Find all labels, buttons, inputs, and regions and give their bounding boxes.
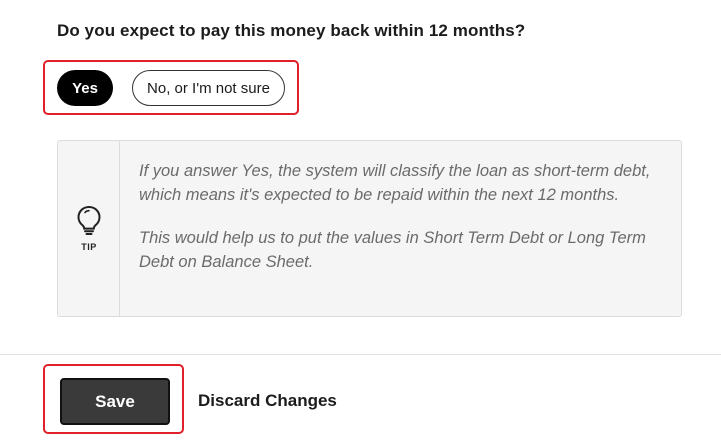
footer-divider: [0, 354, 721, 355]
question-label: Do you expect to pay this money back wit…: [57, 21, 526, 40]
lightbulb-icon: [77, 205, 101, 235]
yes-option-button[interactable]: Yes: [57, 70, 113, 106]
not-sure-option-button[interactable]: No, or I'm not sure: [132, 70, 285, 106]
tip-sidebar: TIP: [58, 141, 120, 316]
tip-paragraph: If you answer Yes, the system will class…: [139, 162, 651, 204]
save-button[interactable]: Save: [60, 378, 170, 425]
discard-changes-link[interactable]: Discard Changes: [198, 391, 337, 411]
tip-paragraph: This would help us to put the values in …: [139, 229, 646, 271]
page: Do you expect to pay this money back wit…: [0, 0, 721, 441]
tip-label: TIP: [81, 242, 97, 252]
tip-box: TIP If you answer Yes, the system will c…: [57, 140, 682, 317]
tip-text: If you answer Yes, the system will class…: [139, 159, 659, 293]
